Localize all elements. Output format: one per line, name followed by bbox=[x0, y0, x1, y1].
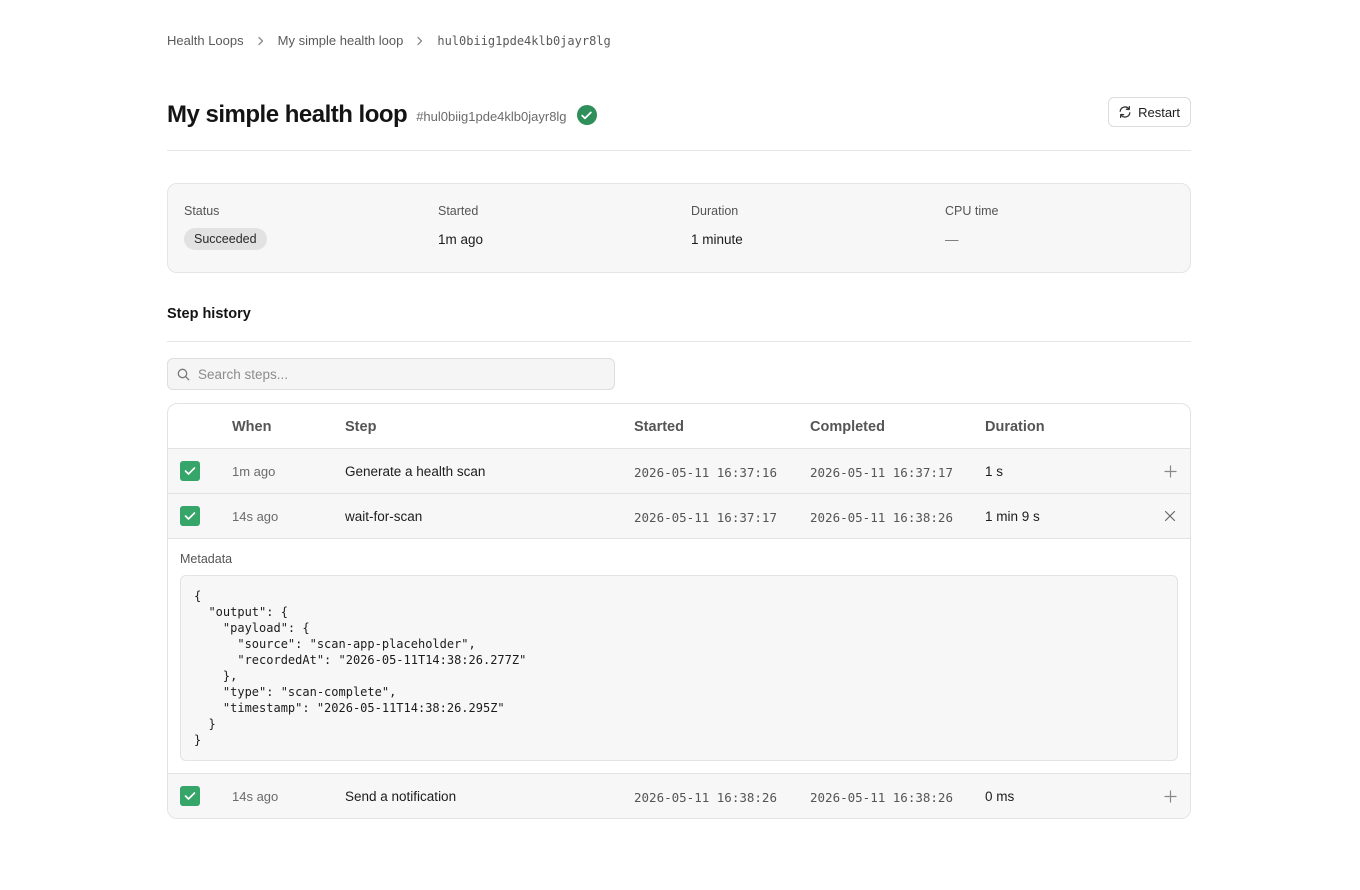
duration-label: Duration bbox=[691, 204, 739, 218]
search-steps-input[interactable] bbox=[198, 366, 598, 382]
row-started: 2026-05-11 16:37:17 bbox=[634, 510, 777, 525]
steps-table: When Step Started Completed Duration 1m … bbox=[167, 403, 1191, 819]
metadata-code-block: { "output": { "payload": { "source": "sc… bbox=[180, 575, 1178, 761]
row-step-name: Generate a health scan bbox=[345, 464, 486, 479]
success-check-icon bbox=[576, 105, 597, 125]
row-started: 2026-05-11 16:37:16 bbox=[634, 465, 777, 480]
breadcrumb-current: hul0biig1pde4klb0jayr8lg bbox=[437, 33, 611, 48]
checkbox-checked-icon[interactable] bbox=[180, 461, 200, 481]
metadata-label: Metadata bbox=[180, 552, 233, 566]
page-header: My simple health loop #hul0biig1pde4klb0… bbox=[167, 97, 1191, 133]
chevron-right-icon bbox=[416, 36, 424, 46]
restart-label: Restart bbox=[1138, 104, 1180, 120]
summary-status: Status Succeeded bbox=[184, 204, 267, 250]
row-step-name: wait-for-scan bbox=[345, 509, 423, 524]
summary-cpu-time: CPU time — bbox=[945, 204, 998, 247]
divider bbox=[167, 150, 1191, 151]
row-completed: 2026-05-11 16:38:26 bbox=[810, 790, 953, 805]
search-box bbox=[167, 358, 615, 390]
column-header-when[interactable]: When bbox=[232, 419, 271, 435]
status-label: Status bbox=[184, 204, 220, 218]
row-step-name: Send a notification bbox=[345, 789, 457, 804]
checkbox-checked-icon[interactable] bbox=[180, 506, 200, 526]
cpu-time-label: CPU time bbox=[945, 204, 999, 218]
expand-icon[interactable] bbox=[1162, 463, 1178, 479]
step-history-title: Step history bbox=[167, 306, 251, 322]
table-row[interactable]: 14s ago wait-for-scan 2026-05-11 16:37:1… bbox=[168, 494, 1190, 539]
divider bbox=[167, 341, 1191, 342]
table-row[interactable]: 14s ago Send a notification 2026-05-11 1… bbox=[168, 774, 1190, 818]
search-icon bbox=[177, 368, 190, 381]
started-value: 1m ago bbox=[438, 232, 484, 247]
column-header-step[interactable]: Step bbox=[345, 419, 376, 435]
status-badge: Succeeded bbox=[184, 228, 267, 250]
run-summary-card: Status Succeeded Started 1m ago Duration… bbox=[167, 183, 1191, 273]
duration-value: 1 minute bbox=[691, 232, 743, 247]
row-started: 2026-05-11 16:38:26 bbox=[634, 790, 777, 805]
row-when: 14s ago bbox=[232, 509, 279, 524]
breadcrumb-item-health-loops[interactable]: Health Loops bbox=[167, 33, 244, 48]
row-duration: 1 min 9 s bbox=[985, 509, 1040, 524]
breadcrumb: Health Loops My simple health loop hul0b… bbox=[167, 33, 611, 48]
breadcrumb-item-loop[interactable]: My simple health loop bbox=[278, 33, 404, 48]
checkbox-checked-icon[interactable] bbox=[180, 786, 200, 806]
collapse-icon[interactable] bbox=[1162, 508, 1178, 524]
row-when: 1m ago bbox=[232, 464, 276, 479]
started-label: Started bbox=[438, 204, 479, 218]
refresh-icon bbox=[1118, 105, 1132, 119]
summary-duration: Duration 1 minute bbox=[691, 204, 743, 247]
restart-button[interactable]: Restart bbox=[1108, 97, 1191, 127]
column-header-started[interactable]: Started bbox=[634, 419, 684, 435]
row-when: 14s ago bbox=[232, 789, 279, 804]
column-header-completed[interactable]: Completed bbox=[810, 419, 885, 435]
page-title: My simple health loop bbox=[167, 101, 408, 128]
expand-icon[interactable] bbox=[1162, 788, 1178, 804]
row-completed: 2026-05-11 16:38:26 bbox=[810, 510, 953, 525]
table-row[interactable]: 1m ago Generate a health scan 2026-05-11… bbox=[168, 449, 1190, 494]
step-metadata-panel: Metadata { "output": { "payload": { "sou… bbox=[168, 539, 1190, 774]
cpu-time-value: — bbox=[945, 232, 959, 247]
column-header-duration[interactable]: Duration bbox=[985, 419, 1045, 435]
row-duration: 0 ms bbox=[985, 789, 1015, 804]
chevron-right-icon bbox=[257, 36, 265, 46]
row-duration: 1 s bbox=[985, 464, 1004, 479]
row-completed: 2026-05-11 16:37:17 bbox=[810, 465, 953, 480]
metadata-json: { "output": { "payload": { "source": "sc… bbox=[194, 589, 527, 747]
summary-started: Started 1m ago bbox=[438, 204, 483, 247]
run-id: #hul0biig1pde4klb0jayr8lg bbox=[416, 108, 567, 124]
table-header: When Step Started Completed Duration bbox=[168, 404, 1190, 449]
